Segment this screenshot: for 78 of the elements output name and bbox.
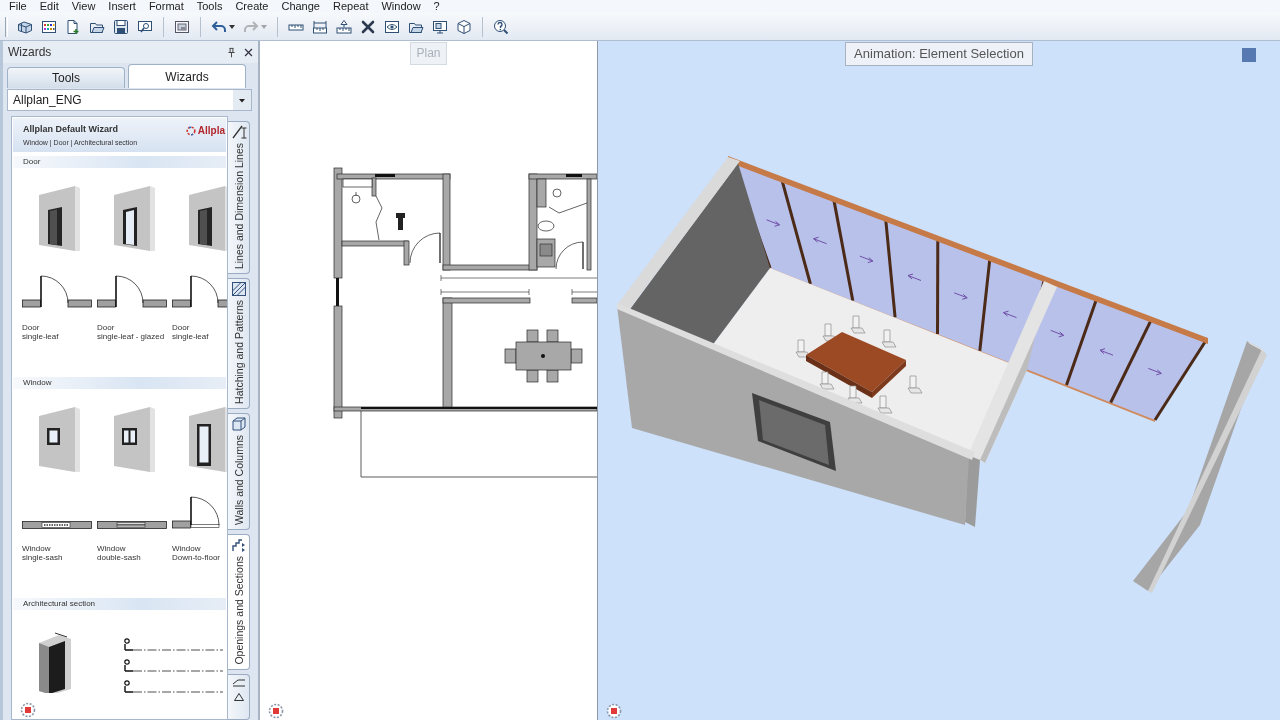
scroll-up-icon: [233, 692, 244, 701]
color-grid-icon: [41, 18, 57, 35]
item-variant: single-leaf: [172, 332, 209, 341]
chair: [850, 315, 866, 334]
menu-item[interactable]: View: [71, 0, 96, 13]
item-name: Door: [97, 323, 115, 332]
pin-button[interactable]: [226, 46, 237, 58]
triangle-ruler-icon: [336, 18, 352, 35]
wizard-title: Allplan Default Wizard: [23, 124, 119, 134]
chair: [819, 371, 835, 390]
new-document-icon: [65, 18, 81, 35]
side-tab[interactable]: Openings and Sections: [228, 534, 250, 670]
menu-item[interactable]: File: [9, 0, 27, 13]
tab[interactable]: Tools: [7, 67, 125, 88]
caret-icon: [233, 90, 251, 110]
close-icon: [243, 46, 254, 58]
tab[interactable]: Wizards: [128, 64, 246, 88]
panel-title: Wizards: [8, 45, 52, 59]
window-symbol: [97, 520, 167, 529]
leader-line-icon: [231, 678, 246, 687]
caret-icon: [229, 24, 235, 29]
wall-block-icon: [230, 416, 247, 432]
item-variant: Down-to-floor: [172, 553, 220, 562]
menu-item[interactable]: Tools: [196, 0, 223, 13]
menu-item[interactable]: Create: [235, 0, 269, 13]
section-header: Architectural section: [13, 598, 226, 610]
stairs-arrows-icon: [230, 537, 247, 554]
menu-item[interactable]: Insert: [108, 0, 136, 13]
item-variant: single-leaf: [22, 332, 59, 341]
chair: [847, 385, 863, 404]
section-header: Door: [13, 156, 226, 168]
item-name: Door: [172, 323, 190, 332]
menu-item[interactable]: Edit: [39, 0, 59, 13]
x-mark-icon: [360, 18, 376, 35]
side-tab[interactable]: [228, 673, 250, 720]
item-name: Window: [22, 544, 51, 553]
chair: [822, 323, 838, 342]
menu-item[interactable]: Window: [381, 0, 421, 13]
item-variant: single-leaf - glazed: [97, 332, 165, 341]
target-icon: [606, 703, 622, 719]
chair: [877, 395, 893, 414]
chair: [881, 329, 897, 348]
menu-item[interactable]: ?: [433, 0, 440, 13]
item-name: Door: [22, 323, 40, 332]
menu-item[interactable]: Change: [281, 0, 320, 13]
dimension-icon: [312, 18, 328, 35]
undo-arrow-icon: [211, 18, 227, 35]
monitor-icon: [432, 18, 448, 35]
logo-text: Allpla: [197, 124, 225, 137]
eye-icon: [384, 18, 400, 35]
item-variant: double-sash: [97, 553, 141, 562]
box-icon: [17, 18, 33, 35]
side-tab[interactable]: Lines and Dimension Lines: [228, 121, 250, 275]
item-variant: single-sash: [22, 553, 63, 562]
side-tab[interactable]: Walls and Columns: [228, 413, 250, 531]
menu-item[interactable]: Format: [148, 0, 184, 13]
help-icon: [493, 18, 509, 35]
section-header: Window: [13, 377, 226, 389]
view-label: Plan: [410, 42, 447, 65]
chair: [795, 339, 811, 358]
item-name: Window: [172, 544, 201, 553]
picture-icon: [174, 18, 190, 35]
hatching-icon: [230, 281, 247, 298]
magnifier-icon: [137, 18, 153, 35]
project-dropdown[interactable]: Allplan_ENG: [7, 89, 252, 111]
close-button[interactable]: [243, 46, 254, 58]
cube-icon: [456, 18, 472, 35]
pin-icon: [226, 46, 237, 58]
redo-arrow-icon: [243, 18, 259, 35]
window-symbol: [22, 520, 92, 529]
side-tab[interactable]: Hatching and Patterns: [228, 278, 250, 409]
logo-ring-icon: [185, 126, 196, 136]
menu-item[interactable]: Repeat: [333, 0, 369, 13]
item-name: Window: [97, 544, 126, 553]
chair: [907, 375, 923, 394]
caret-icon: [261, 24, 267, 29]
pencil-dimension-icon: [230, 124, 247, 140]
view-label: Animation: Element Selection: [845, 42, 1033, 66]
